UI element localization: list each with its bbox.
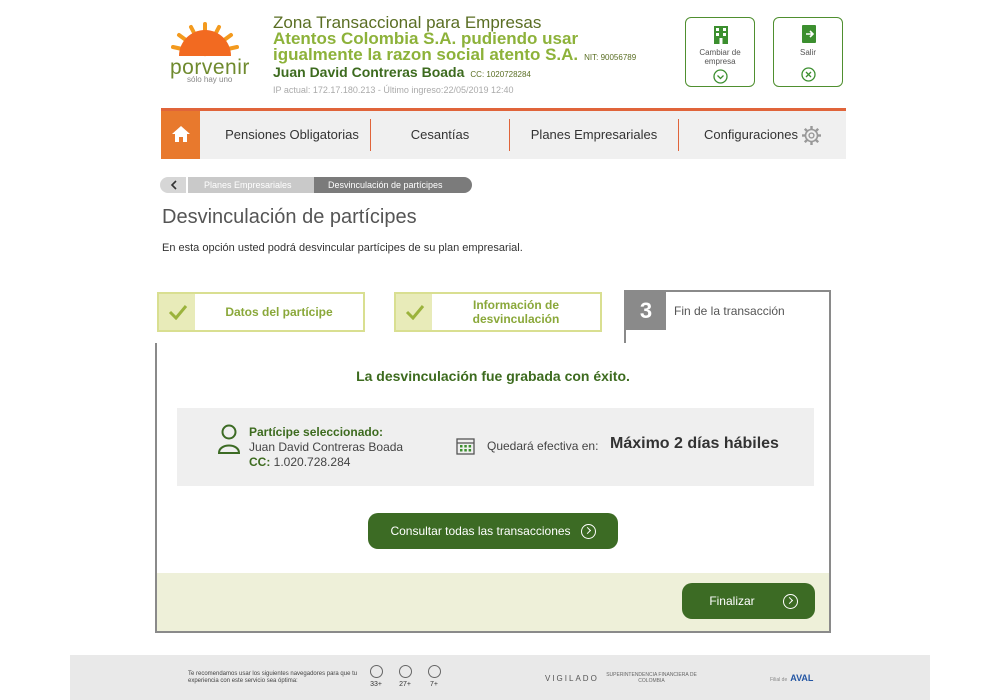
nav-planes-empresariales[interactable]: Planes Empresariales xyxy=(510,111,678,159)
participant-label: Partícipe seleccionado: xyxy=(249,425,384,439)
nav-divider xyxy=(678,119,679,151)
home-button[interactable] xyxy=(161,111,200,159)
consult-transactions-label: Consultar todas las transacciones xyxy=(390,524,571,538)
user-name: Juan David Contreras Boada CC: 1020728284 xyxy=(273,64,531,80)
company-name: Atentos Colombia S.A. pudiendo usar igua… xyxy=(273,29,637,64)
ip-info: IP actual: 172.17.180.213 - Último ingre… xyxy=(273,85,514,95)
home-icon xyxy=(172,126,190,142)
exit-door-icon xyxy=(802,25,816,43)
finish-button[interactable]: Finalizar xyxy=(682,583,815,619)
breadcrumb-back-button[interactable] xyxy=(160,177,186,193)
step-3-label: Fin de la transacción xyxy=(674,304,785,318)
superintendencia-label: SUPERINTENDENCIA FINANCIERA DE COLOMBIA xyxy=(606,672,697,684)
nav-cesantias[interactable]: Cesantías xyxy=(371,111,509,159)
logo-tagline: sólo hay uno xyxy=(187,75,233,84)
step-2-label: Información de desvinculación xyxy=(472,298,560,326)
browser-firefox: 27+ xyxy=(397,665,413,688)
finish-label: Finalizar xyxy=(709,594,755,608)
nav-pensiones-obligatorias[interactable]: Pensiones Obligatorias xyxy=(207,111,377,159)
consult-transactions-button[interactable]: Consultar todas las transacciones xyxy=(368,513,618,549)
step-check xyxy=(159,294,195,330)
main-nav: Pensiones Obligatorias Cesantías Planes … xyxy=(161,108,846,159)
arrow-right-circle-icon xyxy=(580,523,596,539)
step-check xyxy=(396,294,432,330)
step-1: Datos del partícipe xyxy=(157,292,365,332)
chrome-icon xyxy=(369,665,383,678)
browser-safari: 7+ xyxy=(426,665,442,688)
exit-label: Salir xyxy=(799,48,816,57)
breadcrumb-item-current: Desvinculación de partícipes xyxy=(314,177,472,193)
participant-name: Juan David Contreras Boada xyxy=(249,440,404,454)
step-2: Información de desvinculación xyxy=(394,292,602,332)
step-1-label: Datos del partícipe xyxy=(225,305,333,319)
nit-label: NIT: 90056789 xyxy=(584,53,637,62)
change-company-label: Cambiar de empresa xyxy=(699,48,741,66)
close-circle-icon xyxy=(801,67,816,82)
browser-recommendation: Te recomendamos usar los siguientes nave… xyxy=(188,671,358,684)
step-3-number: 3 xyxy=(626,292,666,330)
footer: Te recomendamos usar los siguientes nave… xyxy=(70,655,930,700)
browser-chrome: 33+ xyxy=(368,665,384,688)
effective-label: Quedará efectiva en: xyxy=(487,439,599,453)
effective-value: Máximo 2 días hábiles xyxy=(610,435,779,452)
vigilado-label: VIGILADO xyxy=(545,674,599,683)
calendar-icon xyxy=(456,438,475,455)
gear-icon[interactable] xyxy=(801,125,822,146)
result-panel: La desvinculación fue grabada con éxito.… xyxy=(155,343,831,633)
user-cc: CC: 1020728284 xyxy=(470,70,531,79)
nav-configuraciones[interactable]: Configuraciones xyxy=(691,111,811,159)
grupo-aval-logo: Filial de AVAL xyxy=(770,673,814,683)
page-title: Desvinculación de partícipes xyxy=(162,206,417,228)
exit-button[interactable]: Salir xyxy=(773,17,843,87)
checkmark-icon xyxy=(168,305,188,320)
page: porvenir sólo hay uno Zona Transaccional… xyxy=(0,0,1000,700)
chevron-left-icon xyxy=(170,180,177,190)
panel-footer: Finalizar xyxy=(157,573,829,631)
building-icon xyxy=(714,26,728,44)
check-circle-icon xyxy=(713,69,728,84)
change-company-button[interactable]: Cambiar de empresa xyxy=(685,17,755,87)
safari-icon xyxy=(427,665,441,678)
participant-info-card: Partícipe seleccionado: Juan David Contr… xyxy=(177,408,814,486)
participant-cc: CC: 1.020.728.284 xyxy=(249,455,351,469)
page-description: En esta opción usted podrá desvincular p… xyxy=(162,242,523,254)
checkmark-icon xyxy=(405,305,425,320)
success-message: La desvinculación fue grabada con éxito. xyxy=(356,368,630,384)
user-icon xyxy=(217,424,241,454)
breadcrumb-item-planes[interactable]: Planes Empresariales xyxy=(188,177,314,193)
step-3: 3 Fin de la transacción xyxy=(624,290,831,346)
arrow-right-circle-icon xyxy=(782,593,798,609)
firefox-icon xyxy=(398,665,412,678)
